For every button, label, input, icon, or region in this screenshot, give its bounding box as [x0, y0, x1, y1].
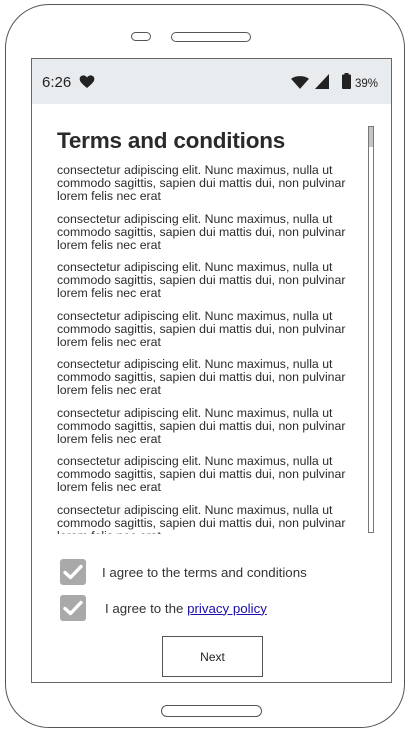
checkmark-icon [63, 600, 83, 616]
terms-agreement-row: I agree to the terms and conditions [60, 559, 307, 585]
terms-paragraph: consectetur adipiscing elit. Nunc maximu… [57, 308, 346, 349]
privacy-agreement-row: I agree to the privacy policy [60, 595, 267, 621]
home-button[interactable] [161, 705, 262, 717]
heart-icon [79, 75, 95, 88]
privacy-agreement-prefix: I agree to the [105, 600, 184, 616]
privacy-checkbox[interactable] [60, 595, 86, 621]
phone-screen: 6:26 39% Terms and conditions consectetu… [31, 58, 392, 683]
terms-paragraph: consectetur adipiscing elit. Nunc maximu… [57, 405, 346, 446]
terms-agreement-label: I agree to the terms and conditions [102, 564, 307, 580]
privacy-agreement-label: I agree to the privacy policy [105, 601, 267, 616]
wifi-icon [291, 76, 309, 89]
page-title: Terms and conditions [57, 128, 286, 153]
status-time: 6:26 [42, 74, 72, 91]
camera-icon [131, 32, 151, 41]
battery-icon [342, 73, 351, 89]
terms-paragraph: consectetur adipiscing elit. Nunc maximu… [57, 211, 346, 252]
terms-paragraph: consectetur adipiscing elit. Nunc maximu… [57, 164, 346, 203]
scrollbar-thumb[interactable] [369, 127, 373, 147]
terms-paragraph: consectetur adipiscing elit. Nunc maximu… [57, 454, 346, 494]
phone-frame: 6:26 39% Terms and conditions consectetu… [5, 4, 405, 728]
next-button[interactable]: Next [162, 636, 263, 677]
terms-text-area[interactable]: consectetur adipiscing elit. Nunc maximu… [57, 164, 357, 534]
privacy-policy-link[interactable]: privacy policy [187, 601, 267, 616]
terms-content: Terms and conditions consectetur adipisc… [32, 104, 391, 682]
status-bar: 6:26 39% [32, 59, 391, 104]
terms-checkbox[interactable] [60, 559, 86, 585]
terms-paragraph: consectetur adipiscing elit. Nunc maximu… [57, 502, 346, 534]
terms-paragraph: consectetur adipiscing elit. Nunc maximu… [57, 357, 346, 397]
terms-scrollbar[interactable] [368, 126, 374, 533]
speaker-grille [171, 32, 251, 42]
signal-icon [315, 74, 329, 89]
checkmark-icon [63, 564, 83, 580]
battery-percent: 39% [355, 78, 379, 90]
terms-paragraph: consectetur adipiscing elit. Nunc maximu… [57, 260, 346, 300]
